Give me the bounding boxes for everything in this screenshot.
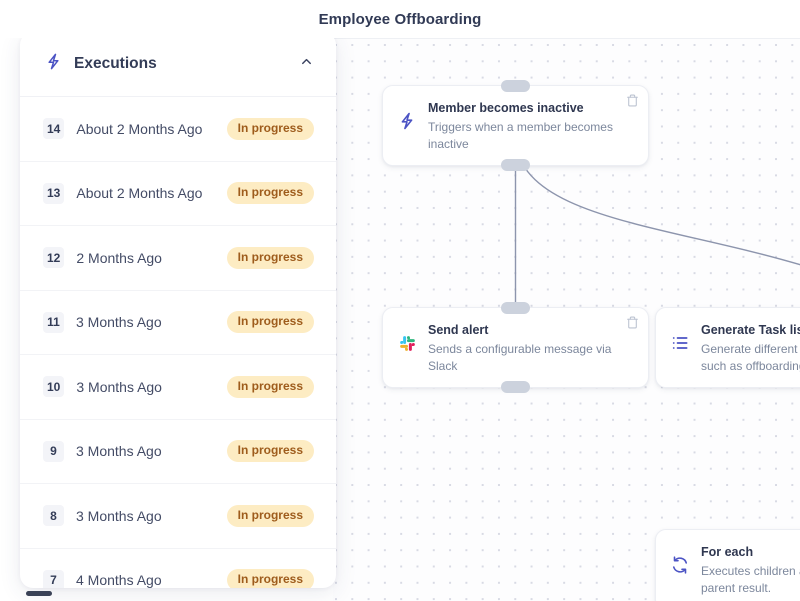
page-title: Employee Offboarding: [319, 11, 482, 28]
execution-time: 3 Months Ago: [76, 314, 227, 330]
status-badge: In progress: [227, 569, 314, 588]
execution-number: 13: [43, 183, 64, 204]
list-item[interactable]: 8 3 Months Ago In progress: [20, 484, 336, 549]
executions-list: 14 About 2 Months Ago In progress 13 Abo…: [20, 97, 336, 588]
node-description: Sends a configurable message via Slack: [428, 341, 634, 374]
execution-time: 3 Months Ago: [76, 443, 227, 459]
executions-panel-title: Executions: [74, 55, 288, 73]
execution-number: 11: [43, 312, 64, 333]
list-item[interactable]: 11 3 Months Ago In progress: [20, 291, 336, 356]
execution-number: 14: [43, 118, 64, 139]
edge-trigger-to-tasklist: [516, 145, 800, 307]
node-title: Generate Task lists: [701, 322, 800, 339]
status-badge: In progress: [227, 376, 314, 398]
status-badge: In progress: [227, 311, 314, 333]
workflow-node-generate-task-lists[interactable]: Generate Task lists Generate different t…: [655, 307, 800, 388]
page-header: Employee Offboarding: [0, 0, 800, 38]
execution-time: About 2 Months Ago: [76, 121, 226, 137]
node-handle-bottom[interactable]: [501, 381, 530, 393]
status-badge: In progress: [227, 182, 314, 204]
workflow-node-send-alert[interactable]: Send alert Sends a configurable message …: [382, 307, 649, 388]
loop-icon: [669, 554, 691, 576]
executions-panel-header[interactable]: Executions: [20, 32, 336, 97]
status-badge: In progress: [227, 118, 314, 140]
horizontal-scrollbar[interactable]: [0, 588, 800, 601]
list-item[interactable]: 9 3 Months Ago In progress: [20, 420, 336, 485]
execution-number: 12: [43, 247, 64, 268]
workflow-canvas[interactable]: Member becomes inactive Triggers when a …: [333, 38, 800, 601]
execution-time: About 2 Months Ago: [76, 185, 226, 201]
chevron-up-icon[interactable]: [299, 54, 314, 74]
list-item[interactable]: 10 3 Months Ago In progress: [20, 355, 336, 420]
execution-number: 10: [43, 376, 64, 397]
trash-icon[interactable]: [626, 316, 639, 329]
trash-icon[interactable]: [626, 94, 639, 107]
node-content: Generate Task lists Generate different t…: [701, 321, 800, 374]
node-handle-top[interactable]: [501, 302, 530, 314]
app-root: Employee Offboarding: [0, 0, 800, 601]
node-handle-top[interactable]: [501, 80, 530, 92]
slack-icon: [396, 332, 418, 354]
node-title: Send alert: [428, 322, 634, 339]
node-handle-bottom[interactable]: [501, 159, 530, 171]
lightning-bolt-icon: [44, 52, 63, 76]
node-title: For each: [701, 544, 800, 561]
node-description: Triggers when a member becomes inactive: [428, 119, 634, 152]
list-item[interactable]: 14 About 2 Months Ago In progress: [20, 97, 336, 162]
node-description: Generate different types of task lists, …: [701, 341, 800, 374]
execution-time: 4 Months Ago: [76, 572, 227, 588]
lightning-bolt-icon: [396, 110, 418, 132]
execution-time: 2 Months Ago: [76, 250, 226, 266]
list-icon: [669, 332, 691, 354]
status-badge: In progress: [227, 440, 314, 462]
execution-number: 7: [43, 570, 64, 588]
node-content: Send alert Sends a configurable message …: [428, 321, 634, 374]
horizontal-scrollbar-thumb[interactable]: [26, 591, 52, 596]
executions-panel: Executions 14 About 2 Months Ago In prog…: [20, 32, 336, 588]
execution-number: 8: [43, 505, 64, 526]
node-content: Member becomes inactive Triggers when a …: [428, 99, 634, 152]
list-item[interactable]: 7 4 Months Ago In progress: [20, 549, 336, 589]
execution-time: 3 Months Ago: [76, 379, 226, 395]
node-title: Member becomes inactive: [428, 100, 634, 117]
list-item[interactable]: 12 2 Months Ago In progress: [20, 226, 336, 291]
workflow-node-member-becomes-inactive[interactable]: Member becomes inactive Triggers when a …: [382, 85, 649, 166]
status-badge: In progress: [227, 247, 314, 269]
list-item[interactable]: 13 About 2 Months Ago In progress: [20, 162, 336, 227]
status-badge: In progress: [227, 505, 314, 527]
execution-time: 3 Months Ago: [76, 508, 227, 524]
execution-number: 9: [43, 441, 64, 462]
